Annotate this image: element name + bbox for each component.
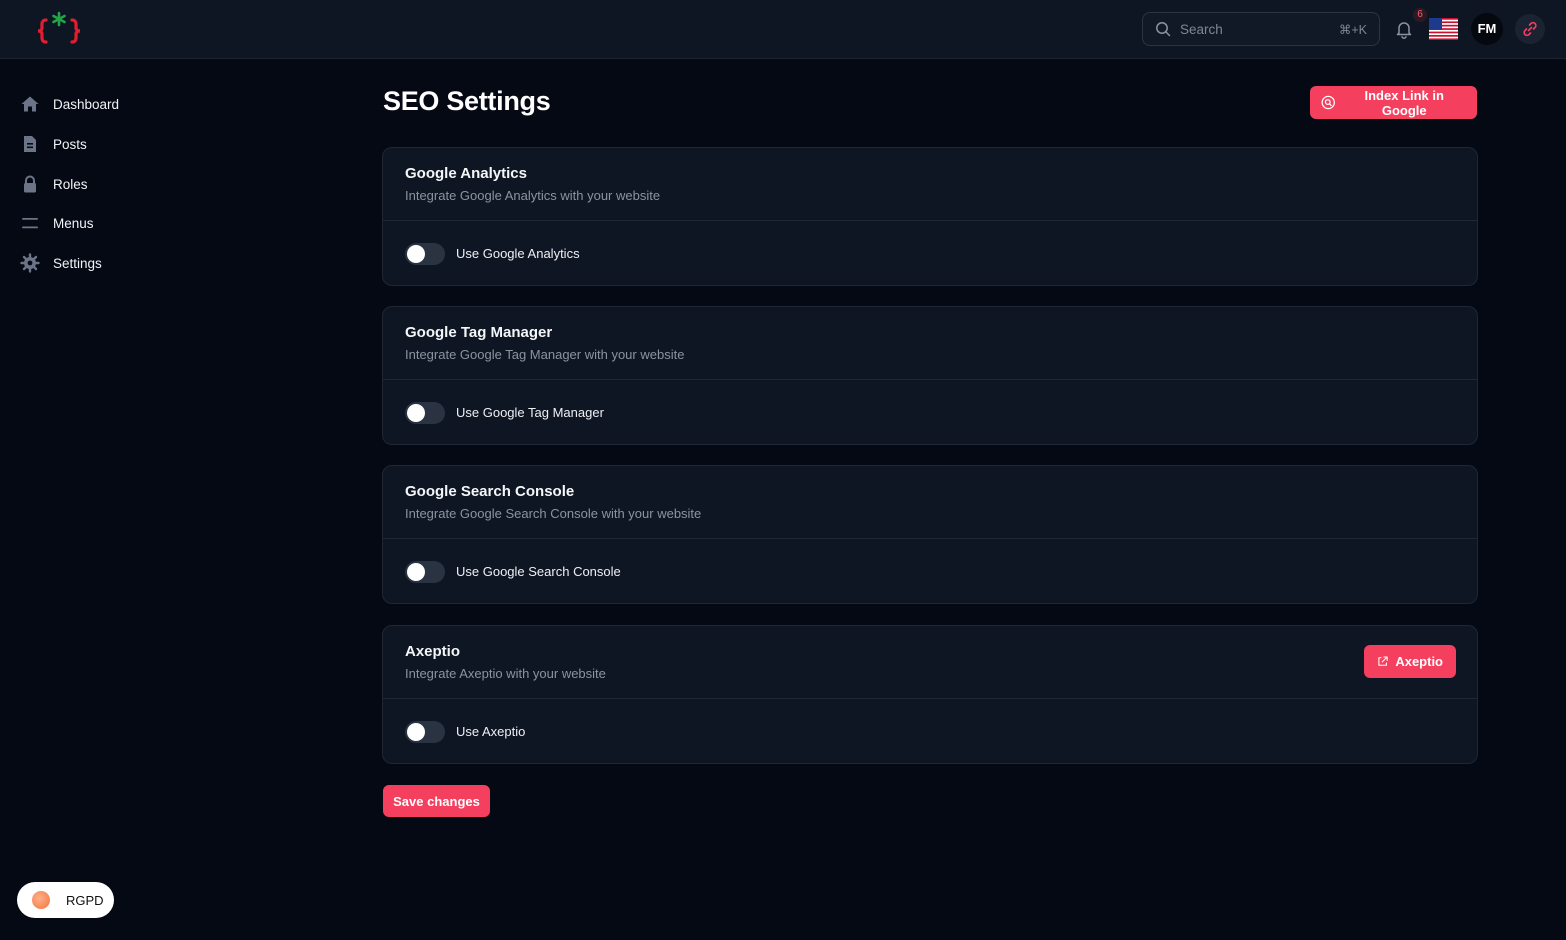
- search-circle-icon: [1321, 95, 1335, 110]
- search-input[interactable]: Search ⌘+K: [1142, 12, 1380, 46]
- sidebar-item-dashboard[interactable]: Dashboard: [20, 89, 119, 119]
- toggle-knob: [407, 562, 425, 581]
- index-link-button[interactable]: Index Link in Google: [1310, 86, 1477, 119]
- card-header: Google Search Console Integrate Google S…: [383, 466, 1477, 539]
- rgpd-label: RGPD: [66, 892, 104, 908]
- google-tag-manager-card: Google Tag Manager Integrate Google Tag …: [382, 306, 1478, 445]
- card-title: Google Tag Manager: [405, 324, 553, 341]
- search-icon: [1156, 22, 1171, 37]
- page-title: SEO Settings: [383, 86, 551, 116]
- google-search-console-toggle[interactable]: [405, 560, 445, 583]
- axeptio-card: Axeptio Integrate Axeptio with your webs…: [382, 625, 1478, 764]
- sidebar-item-label: Roles: [53, 176, 88, 192]
- card-header: Google Tag Manager Integrate Google Tag …: [383, 307, 1477, 380]
- card-body: Use Google Tag Manager: [383, 380, 1477, 445]
- sidebar-item-menus[interactable]: Menus: [20, 208, 94, 238]
- notification-badge: 6: [1413, 8, 1427, 22]
- link-icon: [1523, 21, 1537, 37]
- axeptio-button[interactable]: Axeptio: [1364, 645, 1456, 678]
- cookie-icon: [32, 891, 50, 909]
- search-shortcut: ⌘+K: [1338, 22, 1367, 37]
- card-header: Axeptio Integrate Axeptio with your webs…: [383, 626, 1477, 699]
- sidebar-item-label: Menus: [53, 215, 94, 231]
- card-description: Integrate Google Tag Manager with your w…: [405, 347, 685, 362]
- card-title: Axeptio: [405, 643, 461, 660]
- toggle-knob: [407, 403, 425, 422]
- card-title: Google Analytics: [405, 165, 527, 182]
- google-search-console-card: Google Search Console Integrate Google S…: [382, 465, 1478, 604]
- google-tag-manager-toggle[interactable]: [405, 401, 445, 424]
- card-description: Integrate Google Analytics with your web…: [405, 188, 661, 203]
- sidebar-item-posts[interactable]: Posts: [20, 129, 87, 159]
- link-button[interactable]: [1515, 14, 1545, 44]
- card-body: Use Google Search Console: [383, 539, 1477, 604]
- toggle-label: Use Axeptio: [456, 724, 526, 739]
- card-description: Integrate Axeptio with your website: [405, 666, 606, 681]
- toggle-label: Use Google Analytics: [456, 246, 580, 261]
- axeptio-button-label: Axeptio: [1395, 654, 1443, 669]
- sidebar-item-settings[interactable]: Settings: [20, 248, 102, 278]
- top-bar: Search ⌘+K 6 FM: [0, 0, 1566, 59]
- card-title: Google Search Console: [405, 483, 575, 500]
- sidebar-item-roles[interactable]: Roles: [20, 169, 88, 199]
- toggle-knob: [407, 244, 425, 263]
- gear-icon: [20, 253, 40, 273]
- document-icon: [24, 136, 36, 152]
- sidebar-item-label: Settings: [53, 255, 102, 271]
- card-header: Google Analytics Integrate Google Analyt…: [383, 148, 1477, 221]
- home-icon: [21, 96, 39, 112]
- menu-icon: [22, 218, 38, 229]
- sidebar-item-label: Dashboard: [53, 96, 120, 112]
- lock-icon: [24, 175, 36, 193]
- card-description: Integrate Google Search Console with you…: [405, 506, 702, 521]
- google-analytics-toggle[interactable]: [405, 242, 445, 265]
- toggle-label: Use Google Search Console: [456, 564, 621, 579]
- card-body: Use Google Analytics: [383, 221, 1477, 286]
- rgpd-button[interactable]: RGPD: [17, 882, 114, 918]
- toggle-label: Use Google Tag Manager: [456, 405, 604, 420]
- sidebar: Dashboard Posts Roles Menus Settings: [0, 60, 300, 940]
- sidebar-item-label: Posts: [53, 136, 87, 152]
- card-body: Use Axeptio: [383, 699, 1477, 764]
- google-analytics-card: Google Analytics Integrate Google Analyt…: [382, 147, 1478, 286]
- bell-icon[interactable]: [1394, 19, 1414, 39]
- us-flag-icon[interactable]: [1429, 18, 1458, 40]
- logo-icon[interactable]: [36, 11, 82, 47]
- index-link-label: Index Link in Google: [1364, 87, 1444, 118]
- axeptio-toggle[interactable]: [405, 720, 445, 743]
- search-placeholder: Search: [1180, 21, 1223, 37]
- toggle-knob: [407, 722, 425, 741]
- external-link-icon: [1378, 656, 1388, 666]
- avatar[interactable]: FM: [1471, 13, 1503, 45]
- save-changes-button[interactable]: Save changes: [383, 785, 490, 817]
